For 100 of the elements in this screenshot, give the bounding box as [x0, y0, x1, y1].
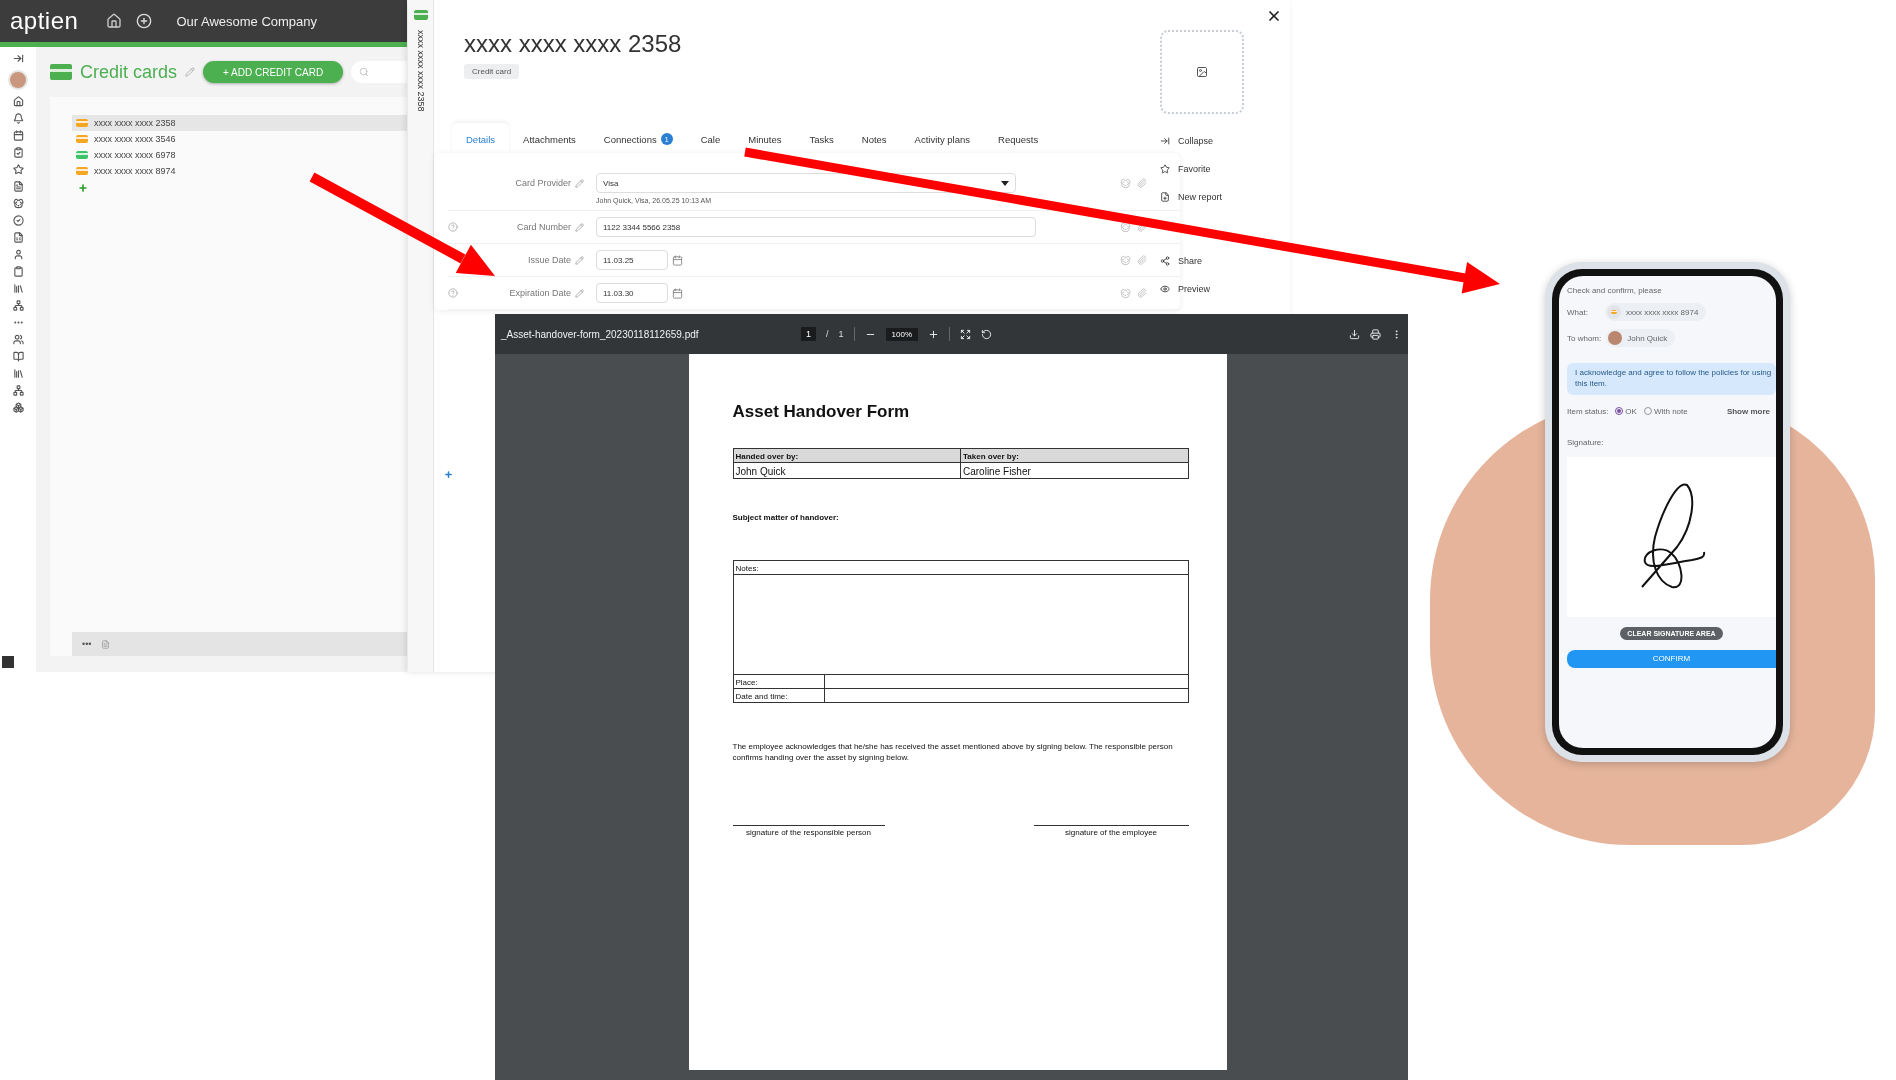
- avatar: [1608, 331, 1623, 345]
- field-label: Expiration Date: [509, 288, 571, 298]
- check-circle-icon[interactable]: [12, 215, 24, 226]
- tab[interactable]: Minutes: [734, 123, 796, 153]
- radio-label: With note: [1653, 406, 1688, 416]
- signature-pad[interactable]: [1567, 456, 1776, 617]
- tab[interactable]: Notes: [847, 123, 901, 153]
- provider-select[interactable]: Visa: [596, 173, 1016, 193]
- add-icon[interactable]: [136, 13, 153, 29]
- rotate-icon[interactable]: [981, 328, 992, 340]
- page-number-field[interactable]: 1: [801, 327, 816, 341]
- dog-icon[interactable]: [1120, 221, 1131, 233]
- menu-item[interactable]: Favorite: [1160, 164, 1222, 174]
- search-icon: [359, 67, 370, 77]
- download-icon[interactable]: [1349, 328, 1360, 340]
- page-count: 1: [838, 329, 844, 339]
- calendar-icon[interactable]: [12, 130, 24, 141]
- statement-text: The employee acknowledges that he/she has received the asset mentioned above by signing below. The responsible person confirms handing over the asset by signing below.: [732, 741, 1174, 764]
- table-cell: Notes:: [733, 560, 1188, 575]
- card-list-item[interactable]: xxxx xxxx xxxx 6978: [72, 147, 407, 163]
- field-label: Item status:: [1567, 406, 1609, 416]
- credit-card-icon: [50, 64, 72, 80]
- network-icon[interactable]: [12, 300, 24, 311]
- card-list-item[interactable]: xxxx xxxx xxxx 2358: [72, 115, 407, 131]
- paperclip-icon[interactable]: [1137, 288, 1147, 298]
- company-name[interactable]: Our Awesome Company: [176, 13, 318, 29]
- avatar[interactable]: [8, 70, 28, 90]
- item-name: xxxx xxxx xxxx 8974: [1625, 307, 1699, 317]
- card-list-item[interactable]: xxxx xxxx xxxx 3546: [72, 131, 407, 147]
- books-icon[interactable]: [12, 368, 24, 379]
- section-label: Subject matter of handover:: [732, 513, 840, 522]
- caret-icon: [1001, 180, 1009, 186]
- card-list-item[interactable]: xxxx xxxx xxxx 8974: [72, 163, 407, 179]
- hierarchy-icon[interactable]: [12, 385, 24, 396]
- boxes-icon[interactable]: [12, 402, 24, 413]
- file-name: _Asset-handover-form_20230118112659.pdf: [501, 328, 700, 340]
- image-icon: [1196, 66, 1208, 78]
- tab[interactable]: Cale: [686, 123, 735, 153]
- record-tab-label[interactable]: xxxx xxxx xxxx 2358: [415, 30, 426, 112]
- date-field[interactable]: 11.03.25: [596, 250, 668, 270]
- clipboard-check-icon[interactable]: [12, 147, 24, 158]
- zoom-field[interactable]: 100%: [885, 327, 918, 341]
- paperclip-icon[interactable]: [1137, 255, 1147, 265]
- table-header: Taken over by:: [960, 448, 1188, 463]
- show-more-link[interactable]: Show more: [1726, 406, 1770, 416]
- person-icon[interactable]: [12, 249, 24, 260]
- print-icon[interactable]: [1370, 328, 1381, 340]
- person-name: John Quick: [1627, 333, 1668, 343]
- open-book-icon[interactable]: [12, 351, 24, 362]
- dialog-heading: Check and confirm, please: [1567, 286, 1663, 295]
- paperclip-icon[interactable]: [1137, 178, 1147, 188]
- add-icon[interactable]: [444, 470, 453, 479]
- close-button[interactable]: [1266, 8, 1282, 24]
- search-field[interactable]: [351, 61, 407, 83]
- page-separator: /: [826, 329, 829, 339]
- page-title: Credit cards: [80, 61, 178, 83]
- menu-item[interactable]: New report: [1160, 192, 1222, 202]
- people-icon[interactable]: [12, 334, 24, 345]
- fit-page-icon[interactable]: [960, 328, 971, 340]
- tab[interactable]: Attachments: [509, 123, 590, 153]
- tab[interactable]: Tasks: [795, 123, 848, 153]
- eye-icon: [1160, 284, 1170, 294]
- spreadsheet-icon[interactable]: [12, 232, 24, 243]
- policy-notice: I acknowledge and agree to follow the policies for using this item.: [1567, 363, 1776, 395]
- record-title: xxxx xxxx xxxx 2358: [464, 30, 682, 58]
- tab[interactable]: Details: [452, 123, 510, 153]
- calendar-icon[interactable]: [672, 287, 683, 299]
- field-label: Signature:: [1567, 437, 1604, 447]
- table-header: Handed over by:: [733, 448, 961, 463]
- star-icon[interactable]: [12, 164, 24, 175]
- collapse-icon: [1160, 136, 1170, 146]
- menu-item[interactable]: Collapse: [1160, 136, 1222, 146]
- signature-line: signature of the responsible person: [732, 825, 885, 838]
- bell-icon[interactable]: [12, 113, 24, 124]
- date-field[interactable]: 11.03.30: [596, 283, 668, 303]
- field-label: Issue Date: [527, 255, 571, 265]
- more-button[interactable]: •••: [82, 639, 92, 649]
- card-number-field[interactable]: 1122 3344 5566 2358: [596, 217, 1036, 237]
- home-icon[interactable]: [12, 96, 24, 107]
- star-icon: [1160, 164, 1170, 174]
- menu-item[interactable]: Preview: [1160, 284, 1222, 294]
- signature-line: signature of the employee: [1033, 825, 1189, 838]
- field-label: What:: [1567, 307, 1588, 317]
- aptien-logo[interactable]: aptien: [10, 7, 79, 35]
- credit-card-icon[interactable]: [413, 10, 428, 20]
- clipboard-icon[interactable]: [12, 266, 24, 277]
- field-label: Card Number: [516, 222, 571, 232]
- tab[interactable]: Activity plans: [900, 123, 985, 153]
- form-title: Asset Handover Form: [732, 402, 911, 422]
- credit-card-icon: [1610, 310, 1617, 314]
- document-icon[interactable]: [12, 181, 24, 192]
- dog-icon[interactable]: [12, 198, 24, 209]
- menu-item[interactable]: Share: [1160, 256, 1222, 266]
- books-icon[interactable]: [12, 283, 24, 294]
- tab[interactable]: Requests: [984, 123, 1053, 153]
- sign-in-icon[interactable]: [12, 53, 24, 64]
- calendar-icon[interactable]: [672, 254, 683, 266]
- field-label: Card Provider: [515, 178, 571, 188]
- zoom-in-icon[interactable]: [928, 328, 939, 340]
- record-type-label: Credit card: [464, 64, 520, 79]
